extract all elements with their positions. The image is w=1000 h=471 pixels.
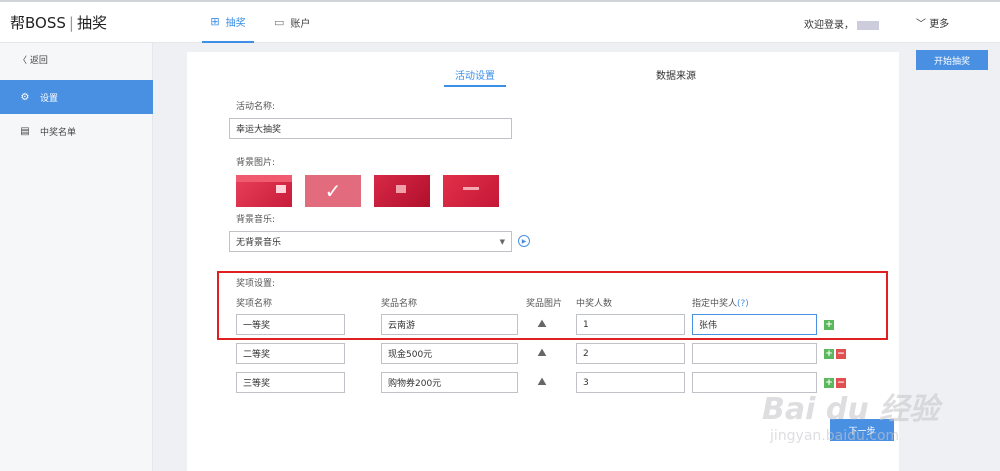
bg-image-option[interactable] (236, 175, 292, 207)
image-upload-icon[interactable]: ⛰ (535, 375, 549, 388)
designated-winner-input[interactable] (692, 372, 817, 393)
winner-count-input[interactable]: 3 (576, 372, 685, 393)
next-step-button[interactable]: 下一步 (830, 419, 894, 441)
sidebar-item-winners[interactable]: ▤ 中奖名单 (0, 114, 153, 148)
brand-name: 帮BOSS (10, 14, 66, 32)
welcome-text: 欢迎登录， (804, 16, 879, 31)
prize-name-input[interactable]: 三等奖 (236, 372, 345, 393)
add-row-icon[interactable]: + (824, 378, 834, 388)
image-upload-icon[interactable]: ⛰ (535, 346, 549, 359)
item-name-input[interactable]: 现金500元 (381, 343, 518, 364)
gear-icon: ⚙ (20, 91, 30, 103)
winner-count-input[interactable]: 2 (576, 343, 685, 364)
play-icon[interactable]: ▶ (518, 235, 530, 247)
folder-icon: ▭ (274, 16, 285, 29)
music-label: 背景音乐: (236, 215, 276, 225)
caret-down-icon: ▼ (499, 237, 505, 246)
music-select[interactable]: 无背景音乐 ▼ (229, 231, 512, 252)
thumb-decoration (276, 185, 286, 193)
chevron-left-icon: 〈 (18, 56, 28, 66)
tab-data-source[interactable]: 数据来源 (656, 67, 696, 82)
thumb-decoration (236, 175, 292, 182)
bg-image-option[interactable] (374, 175, 430, 207)
col-header-item-image: 奖品图片 (526, 299, 563, 309)
add-row-icon[interactable]: + (824, 349, 834, 359)
sidebar-item-label: 中奖名单 (40, 127, 77, 138)
sidebar-item-label: 设置 (40, 93, 59, 104)
gift-icon: ⊞ (210, 15, 220, 28)
bg-image-option-selected[interactable]: ✓ (305, 175, 361, 207)
start-lottery-button[interactable]: 开始抽奖 (916, 50, 988, 70)
brand-subtitle: 抽奖 (76, 14, 107, 32)
col-header-prize-name: 奖项名称 (236, 299, 273, 309)
back-label: 返回 (29, 56, 48, 66)
add-row-icon[interactable]: + (824, 320, 834, 330)
prize-name-input[interactable]: 二等奖 (236, 343, 345, 364)
thumb-decoration (463, 187, 479, 190)
col-header-item-name: 奖品名称 (381, 299, 418, 309)
back-link[interactable]: 〈 返回 (18, 53, 48, 66)
check-icon: ✓ (305, 175, 361, 207)
col-header-winner-count: 中奖人数 (576, 299, 613, 309)
music-select-value: 无背景音乐 (236, 238, 282, 248)
item-name-input[interactable]: 购物券200元 (381, 372, 518, 393)
col-header-designated-label: 指定中奖人 (692, 299, 738, 309)
designated-winner-input[interactable] (692, 343, 817, 364)
designated-winner-input[interactable]: 张伟 (692, 314, 817, 335)
sidebar: 〈 返回 ⚙ 设置 ▤ 中奖名单 (0, 43, 153, 471)
nav-tab-account[interactable]: ▭ 账户 (274, 2, 310, 43)
more-label: 更多 (929, 19, 950, 30)
remove-row-icon[interactable]: − (836, 378, 846, 388)
more-menu[interactable]: ﹀ 更多 (916, 15, 949, 30)
main-panel (187, 52, 899, 471)
username-redacted (857, 20, 879, 30)
item-name-input[interactable]: 云南游 (381, 314, 518, 335)
help-link[interactable]: (?) (737, 299, 749, 309)
bg-image-label: 背景图片: (236, 158, 276, 168)
bg-image-option[interactable] (443, 175, 499, 207)
col-header-designated-winner: 指定中奖人(?) (692, 296, 749, 309)
winner-count-input[interactable]: 1 (576, 314, 685, 335)
welcome-label: 欢迎登录， (804, 20, 854, 31)
prize-name-input[interactable]: 一等奖 (236, 314, 345, 335)
image-upload-icon[interactable]: ⛰ (535, 317, 549, 330)
tab-activity-settings[interactable]: 活动设置 (444, 67, 506, 87)
clipboard-icon: ▤ (20, 125, 30, 137)
sidebar-item-settings[interactable]: ⚙ 设置 (0, 80, 153, 114)
top-bar: 帮BOSS | 抽奖 ⊞ 抽奖 ▭ 账户 欢迎登录， ﹀ 更多 (0, 0, 1000, 43)
activity-name-input[interactable]: 幸运大抽奖 (229, 118, 512, 139)
chevron-down-icon: ﹀ (916, 19, 926, 30)
brand-logo[interactable]: 帮BOSS | 抽奖 (10, 12, 107, 33)
brand-divider: | (68, 14, 74, 32)
nav-tab-lottery[interactable]: ⊞ 抽奖 (202, 2, 254, 43)
activity-name-label: 活动名称: (236, 102, 276, 112)
nav-tab-label: 账户 (290, 19, 311, 30)
nav-tab-label: 抽奖 (225, 18, 246, 29)
prize-section-label: 奖项设置: (236, 279, 276, 289)
remove-row-icon[interactable]: − (836, 349, 846, 359)
thumb-decoration (396, 185, 406, 193)
